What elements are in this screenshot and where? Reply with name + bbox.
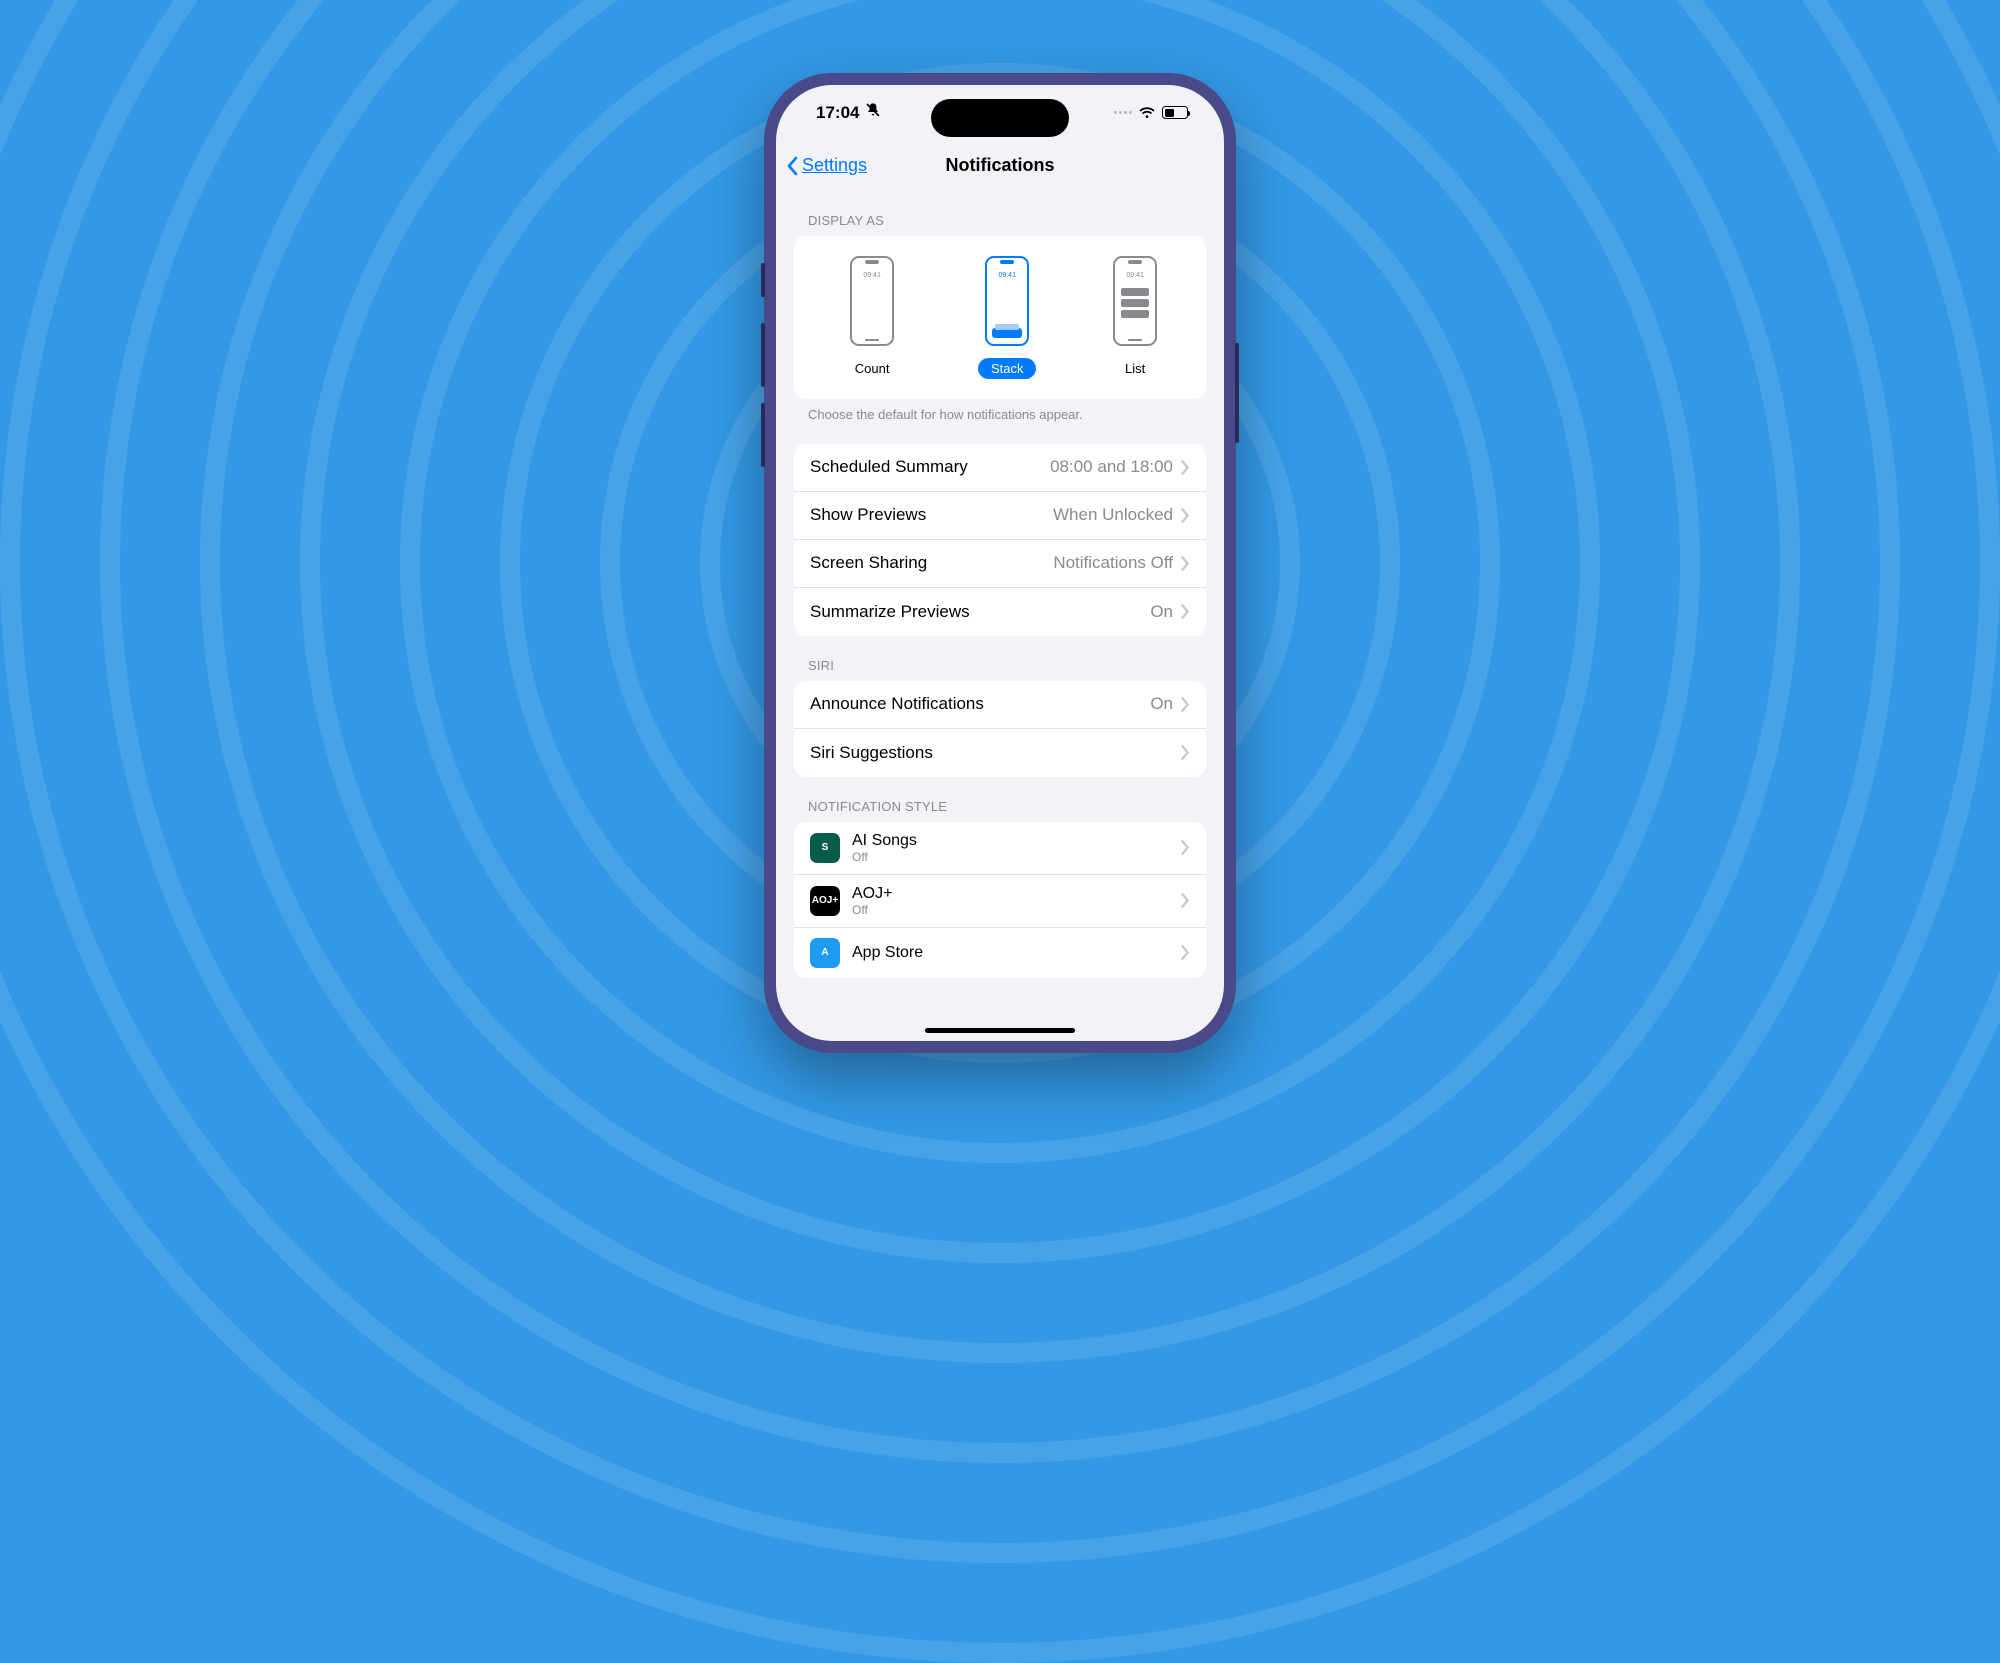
- chevron-right-icon: [1181, 745, 1190, 760]
- display-option-list[interactable]: 09:41 List: [1112, 256, 1158, 379]
- back-button[interactable]: Settings: [786, 155, 867, 176]
- row-show-previews[interactable]: Show Previews When Unlocked: [794, 492, 1206, 540]
- chevron-right-icon: [1181, 508, 1190, 523]
- dynamic-island: [931, 99, 1069, 137]
- navigation-bar: Settings Notifications: [776, 141, 1224, 191]
- chevron-right-icon: [1181, 556, 1190, 571]
- app-status: Off: [852, 903, 1169, 917]
- preferences-card: Scheduled Summary 08:00 and 18:00 Show P…: [794, 444, 1206, 636]
- siri-card: Announce Notifications On Siri Suggestio…: [794, 681, 1206, 777]
- display-as-header: DISPLAY AS: [794, 191, 1206, 236]
- chevron-right-icon: [1181, 604, 1190, 619]
- notification-style-card: S AI Songs Off AOJ+ AOJ+ Off A: [794, 822, 1206, 978]
- battery-icon: [1162, 106, 1188, 119]
- display-option-count[interactable]: 09:41 Count: [842, 256, 903, 379]
- app-name: AI Songs: [852, 832, 1169, 850]
- app-row-app-store[interactable]: A App Store: [794, 928, 1206, 978]
- silent-icon: [865, 102, 881, 123]
- app-row-aoj-plus[interactable]: AOJ+ AOJ+ Off: [794, 875, 1206, 928]
- row-screen-sharing[interactable]: Screen Sharing Notifications Off: [794, 540, 1206, 588]
- display-as-footer: Choose the default for how notifications…: [794, 399, 1206, 422]
- row-announce-notifications[interactable]: Announce Notifications On: [794, 681, 1206, 729]
- phone-frame: 17:04 Settings Notifications DISPLAY: [764, 73, 1236, 1053]
- notification-style-header: NOTIFICATION STYLE: [794, 777, 1206, 822]
- chevron-right-icon: [1181, 893, 1190, 908]
- wifi-icon: [1138, 106, 1156, 120]
- display-option-label: Count: [842, 358, 903, 379]
- phone-screen: 17:04 Settings Notifications DISPLAY: [776, 85, 1224, 1041]
- back-label: Settings: [802, 155, 867, 176]
- chevron-right-icon: [1181, 460, 1190, 475]
- app-icon: A: [810, 938, 840, 968]
- app-status: Off: [852, 850, 1169, 864]
- chevron-right-icon: [1181, 840, 1190, 855]
- app-name: App Store: [852, 944, 1169, 962]
- row-summarize-previews[interactable]: Summarize Previews On: [794, 588, 1206, 636]
- app-row-ai-songs[interactable]: S AI Songs Off: [794, 822, 1206, 875]
- app-icon: S: [810, 833, 840, 863]
- app-icon: AOJ+: [810, 886, 840, 916]
- status-time: 17:04: [816, 103, 859, 123]
- display-option-label: Stack: [978, 358, 1037, 379]
- display-as-card: 09:41 Count 09:41 Stack: [794, 236, 1206, 399]
- cellular-icon: [1114, 111, 1132, 114]
- display-option-label: List: [1112, 358, 1158, 379]
- row-siri-suggestions[interactable]: Siri Suggestions: [794, 729, 1206, 777]
- row-scheduled-summary[interactable]: Scheduled Summary 08:00 and 18:00: [794, 444, 1206, 492]
- page-title: Notifications: [945, 155, 1054, 176]
- app-name: AOJ+: [852, 885, 1169, 903]
- home-indicator[interactable]: [925, 1028, 1075, 1033]
- content-area[interactable]: DISPLAY AS 09:41 Count 09:4: [776, 191, 1224, 1041]
- chevron-right-icon: [1181, 697, 1190, 712]
- siri-header: SIRI: [794, 636, 1206, 681]
- display-option-stack[interactable]: 09:41 Stack: [978, 256, 1037, 379]
- chevron-right-icon: [1181, 945, 1190, 960]
